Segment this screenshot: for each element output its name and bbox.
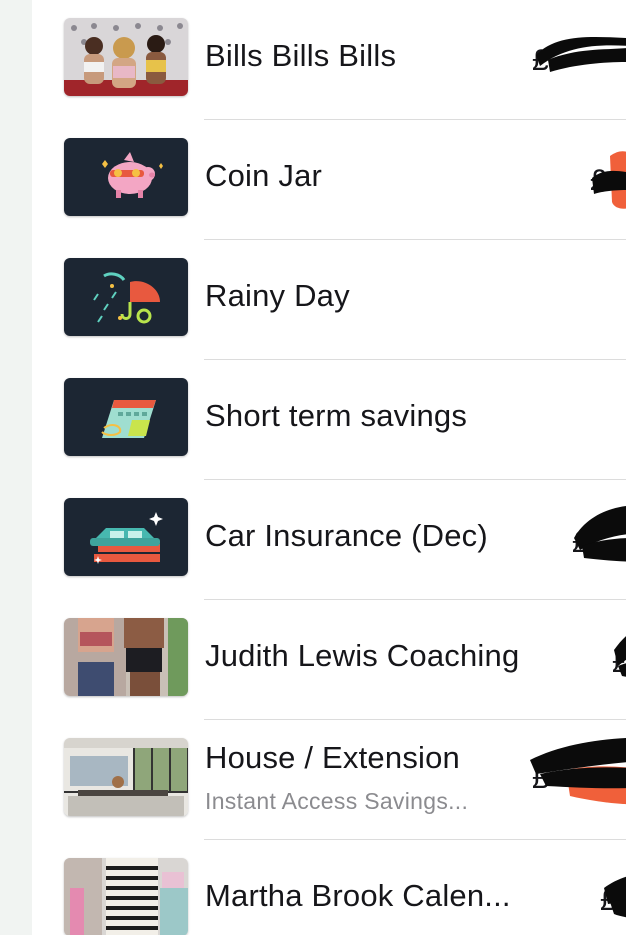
calendar-icon: [64, 378, 188, 456]
redaction-scribble: [536, 37, 626, 72]
umbrella-icon: [64, 258, 188, 336]
redaction-scribble: [530, 738, 626, 805]
fitness-photo-thumbnail: [64, 618, 188, 696]
redaction-scribble: [608, 360, 626, 480]
pot-row-martha-brook[interactable]: Martha Brook Calen... £: [32, 840, 626, 935]
pot-name: Rainy Day: [205, 278, 350, 313]
pots-screen: Bills Bills Bills £: [0, 0, 626, 935]
pot-name: Judith Lewis Coaching: [205, 638, 520, 673]
gift-photo-thumbnail: [64, 858, 188, 935]
pot-row-bills[interactable]: Bills Bills Bills £: [32, 0, 626, 120]
redaction-scribble: [592, 151, 626, 209]
pot-name: Coin Jar: [205, 158, 323, 193]
pot-name: Martha Brook Calen...: [205, 878, 511, 913]
redaction-scribble: [614, 636, 626, 677]
pot-row-short-term-savings[interactable]: Short term savings £: [32, 360, 626, 480]
pot-row-house-extension[interactable]: House / Extension Instant Access Savings…: [32, 720, 626, 840]
pot-balance-redacted: £: [526, 0, 626, 120]
pot-row-car-insurance[interactable]: Car Insurance (Dec) £: [32, 480, 626, 600]
pot-name: House / Extension: [205, 740, 460, 775]
pot-balance-redacted: £: [544, 480, 626, 600]
pot-row-rainy-day[interactable]: Rainy Day: [32, 240, 626, 360]
pot-name: Car Insurance (Dec): [205, 518, 488, 553]
pots-list: Bills Bills Bills £: [32, 0, 626, 935]
pot-balance-redacted: £: [588, 120, 626, 240]
pot-row-coin-jar[interactable]: Coin Jar £: [32, 120, 626, 240]
room-photo-thumbnail: [64, 738, 188, 816]
pot-balance-redacted: £: [526, 720, 626, 840]
redaction-scribble: [604, 876, 626, 918]
redaction-scribble: [598, 240, 626, 360]
piggy-bank-icon: [64, 138, 188, 216]
pot-subtitle: Instant Access Savings...: [205, 788, 469, 814]
left-gutter: [0, 0, 32, 935]
pot-row-judith-lewis-coaching[interactable]: Judith Lewis Coaching £: [32, 600, 626, 720]
pot-balance-redacted: £: [594, 840, 626, 935]
pot-balance-redacted: £: [608, 360, 626, 480]
group-photo-thumbnail: [64, 18, 188, 96]
pot-balance-redacted: [598, 240, 626, 360]
pot-name: Bills Bills Bills: [205, 38, 397, 73]
pot-name: Short term savings: [205, 398, 468, 433]
redaction-scribble: [574, 506, 626, 562]
car-icon: [64, 498, 188, 576]
pot-balance-redacted: £: [578, 600, 626, 720]
